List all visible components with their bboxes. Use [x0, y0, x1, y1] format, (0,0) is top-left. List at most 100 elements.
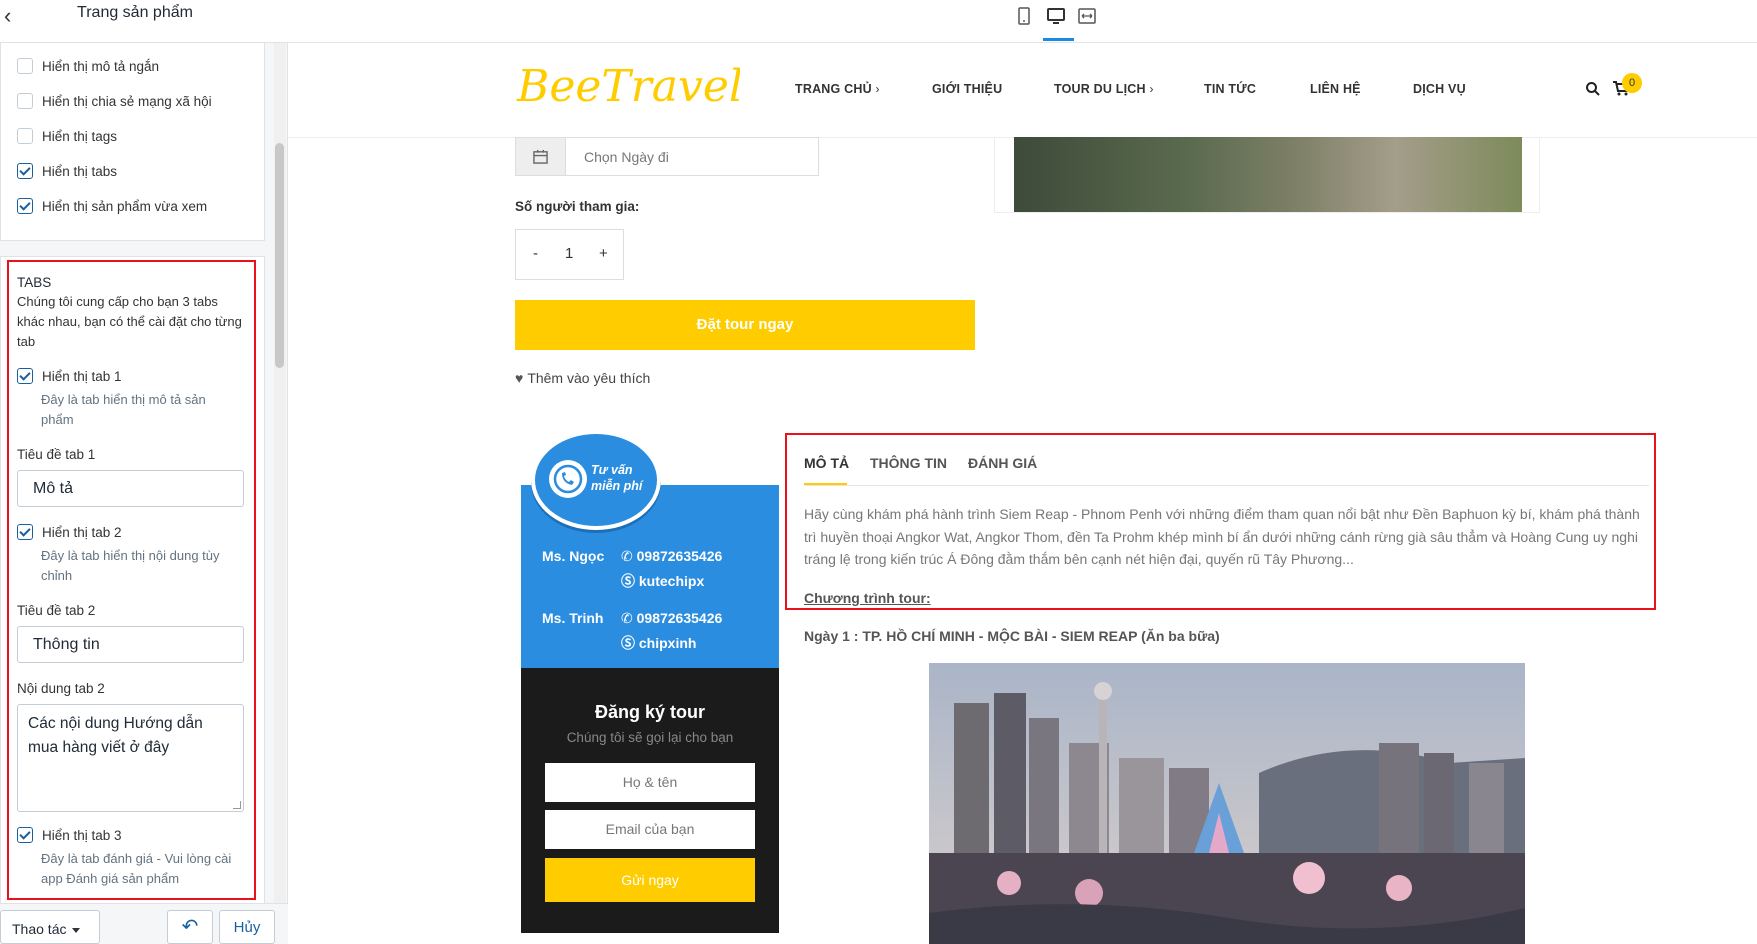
checkbox-label: Hiển thị tab 2: [42, 524, 122, 540]
consult-bubble: Tư vấn miễn phí: [531, 430, 661, 530]
email-input[interactable]: Email của bạn: [545, 810, 755, 849]
register-title: Đăng ký tour: [594, 702, 705, 722]
checkbox-box[interactable]: [17, 198, 33, 214]
contact-skype-1[interactable]: Ⓢ kutechipx: [621, 571, 704, 591]
checkbox-box[interactable]: [17, 524, 33, 540]
actions-dropdown-button[interactable]: Thao tác: [0, 910, 100, 944]
beetravel-logo[interactable]: BeeTravel: [515, 55, 740, 115]
calendar-addon[interactable]: [516, 138, 566, 175]
day1-title: Ngày 1 : TP. HỒ CHÍ MINH - MỘC BÀI - SIE…: [804, 628, 1220, 644]
consult-bubble-text: Tư vấn miễn phí: [591, 462, 642, 494]
active-device-indicator: [1043, 38, 1074, 41]
checkbox-label: Hiển thị tabs: [42, 163, 118, 179]
undo-icon: ↶: [181, 916, 199, 938]
phone-text: 09872635426: [636, 548, 723, 564]
checkbox-social-share[interactable]: Hiển thị chia sẻ mạng xã hội: [17, 93, 212, 109]
departure-date-field[interactable]: Chọn Ngày đi: [515, 137, 819, 176]
qty-plus-button[interactable]: +: [599, 245, 608, 262]
tab2-hint: Đây là tab hiển thị nội dung tùy chỉnh: [41, 548, 220, 583]
tab-info[interactable]: THÔNG TIN: [870, 455, 947, 471]
quantity-stepper[interactable]: - 1 +: [515, 229, 624, 280]
search-icon[interactable]: [1585, 81, 1601, 97]
checkbox-tab3[interactable]: Hiển thị tab 3: [17, 827, 122, 843]
nav-label: TRANG CHỦ: [795, 82, 872, 96]
undo-button[interactable]: ↶: [167, 910, 213, 944]
tab2-title-input[interactable]: Thông tin: [17, 626, 244, 663]
checkbox-tabs[interactable]: Hiển thị tabs: [17, 163, 117, 179]
fullwidth-device-icon[interactable]: [1077, 6, 1097, 26]
checkbox-tags[interactable]: Hiển thị tags: [17, 128, 117, 144]
phone-icon: ✆: [621, 610, 637, 626]
qty-minus-button[interactable]: -: [533, 245, 538, 262]
tab1-title-label: Tiêu đề tab 1: [17, 447, 96, 462]
tabs-section-title: TABS: [17, 275, 52, 290]
checkbox-tab2[interactable]: Hiển thị tab 2: [17, 524, 122, 540]
checkbox-tab1[interactable]: Hiển thị tab 1: [17, 368, 122, 384]
tab2-title-label: Tiêu đề tab 2: [17, 603, 96, 618]
cancel-button[interactable]: Hủy: [219, 910, 275, 944]
checkbox-box[interactable]: [17, 163, 33, 179]
checkbox-box[interactable]: [17, 368, 33, 384]
program-title: Chương trình tour:: [804, 590, 931, 606]
resize-handle-icon[interactable]: [233, 801, 241, 809]
panel-title: Trang sản phẩm: [77, 4, 193, 21]
add-to-wishlist-link[interactable]: ♥ Thêm vào yêu thích: [515, 370, 650, 386]
tab2-content-textarea[interactable]: Các nội dung Hướng dẫn mua hàng viết ở đ…: [17, 704, 244, 812]
tab1-title-input[interactable]: Mô tả: [17, 470, 244, 507]
name-input[interactable]: Họ & tên: [545, 763, 755, 802]
checkbox-label: Hiển thị mô tả ngắn: [42, 58, 160, 74]
tour-description: Hãy cùng khám phá hành trình Siem Reap -…: [804, 506, 1640, 567]
scrollbar-thumb[interactable]: [275, 143, 284, 368]
contact-name-2: Ms. Trinh: [542, 610, 604, 626]
wishlist-label: Thêm vào yêu thích: [527, 370, 651, 386]
nav-item-news[interactable]: TIN TỨC: [1204, 82, 1256, 96]
nav-item-tours[interactable]: TOUR DU LỊCH ›: [1054, 82, 1154, 96]
checkbox-label: Hiển thị tab 3: [42, 827, 122, 843]
tour-city-photo: [929, 663, 1525, 944]
actions-label: Thao tác: [12, 921, 67, 937]
register-tour-box: Đăng ký tour Chúng tôi sẽ gọi lại cho bạ…: [521, 668, 779, 933]
checkbox-label: Hiển thị sản phẩm vừa xem: [42, 198, 208, 214]
participants-label: Số người tham gia:: [515, 199, 640, 214]
skype-icon: Ⓢ: [621, 573, 639, 589]
checkbox-label: Hiển thị tab 1: [42, 368, 122, 384]
checkbox-box[interactable]: [17, 827, 33, 843]
calendar-icon: [533, 149, 548, 164]
book-tour-button[interactable]: Đặt tour ngay: [515, 300, 975, 350]
phone-icon: ✆: [621, 548, 637, 564]
checkbox-short-description[interactable]: Hiển thị mô tả ngắn: [17, 58, 159, 74]
desktop-device-icon[interactable]: [1046, 6, 1066, 26]
site-header: [288, 43, 1757, 138]
contact-skype-2[interactable]: Ⓢ chipxinh: [621, 633, 696, 653]
nav-item-home[interactable]: TRANG CHỦ ›: [795, 82, 880, 96]
logo-text: BeeTravel: [516, 61, 740, 112]
phone-chat-icon: [549, 460, 587, 498]
bubble-line1: Tư vấn: [591, 463, 633, 477]
tab-description[interactable]: MÔ TẢ: [804, 455, 849, 471]
nav-item-services[interactable]: DỊCH VỤ: [1413, 82, 1466, 96]
chevron-right-icon: ›: [875, 82, 880, 96]
contact-phone-1[interactable]: ✆ 09872635426: [621, 548, 722, 565]
checkbox-recent-products[interactable]: Hiển thị sản phẩm vừa xem: [17, 198, 207, 214]
nav-item-about[interactable]: GIỚI THIỆU: [932, 82, 1002, 96]
chevron-right-icon: ›: [1149, 82, 1154, 96]
checkbox-box[interactable]: [17, 93, 33, 109]
mobile-device-icon[interactable]: [1014, 6, 1034, 26]
tabs-divider: [804, 485, 1649, 486]
tab3-hint: Đây là tab đánh giá - Vui lòng cài app Đ…: [41, 851, 232, 886]
tab-reviews[interactable]: ĐÁNH GIÁ: [968, 455, 1037, 471]
register-subtitle: Chúng tôi sẽ gọi lại cho bạn: [566, 730, 734, 745]
caret-down-icon: [72, 927, 81, 933]
checkbox-box[interactable]: [17, 58, 33, 74]
bubble-line2: miễn phí: [591, 479, 643, 493]
contact-phone-2[interactable]: ✆ 09872635426: [621, 610, 722, 627]
tabs-section-description: Chúng tôi cung cấp cho bạn 3 tabs khác n…: [17, 294, 242, 349]
skype-text: chipxinh: [638, 635, 697, 651]
phone-text: 09872635426: [636, 610, 723, 626]
nav-item-contact[interactable]: LIÊN HỆ: [1310, 82, 1361, 96]
send-button[interactable]: Gửi ngay: [545, 858, 755, 902]
tab1-hint: Đây là tab hiển thị mô tả sản phẩm: [41, 392, 206, 427]
qty-value[interactable]: 1: [565, 245, 573, 262]
checkbox-box[interactable]: [17, 128, 33, 144]
checkbox-label: Hiển thị chia sẻ mạng xã hội: [42, 93, 212, 109]
